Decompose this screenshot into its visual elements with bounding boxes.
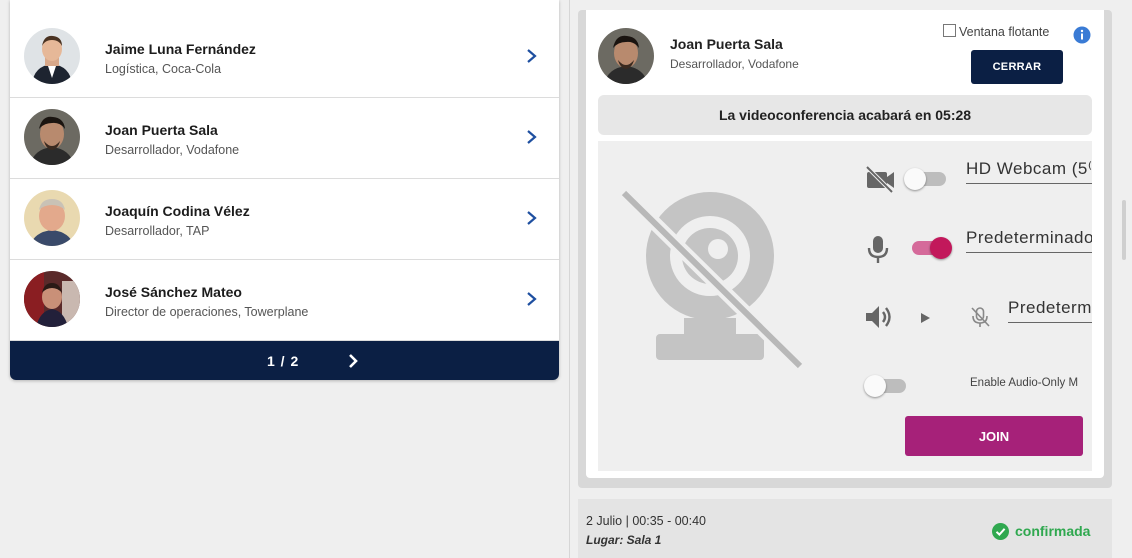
microphone-icon: [867, 236, 889, 263]
contact-name: Jaime Luna Fernández: [105, 41, 256, 57]
contact-name: José Sánchez Mateo: [105, 284, 242, 300]
contact-role: Desarrollador, TAP: [105, 224, 210, 238]
camera-off-icon: [865, 165, 894, 194]
contact-role: Logística, Coca-Cola: [105, 62, 222, 76]
videoconference-card: Joan Puerta Sala Desarrollador, Vodafone…: [578, 10, 1112, 488]
camera-select[interactable]: HD Webcam (5⁽: [966, 159, 1092, 184]
floating-window-label: Ventana flotante: [959, 25, 1050, 39]
webcam-off-illustration: [619, 188, 805, 371]
contact-row[interactable]: José Sánchez Mateo Director de operacion…: [10, 260, 559, 341]
microphone-toggle[interactable]: [912, 236, 954, 260]
avatar: [24, 109, 80, 165]
avatar: [24, 28, 80, 84]
videoconference-panel: Joan Puerta Sala Desarrollador, Vodafone…: [586, 10, 1104, 478]
floating-window-checkbox[interactable]: Ventana flotante: [943, 24, 1049, 39]
contact-row[interactable]: Joan Puerta Sala Desarrollador, Vodafone: [10, 98, 559, 179]
avatar: [24, 190, 80, 246]
microphone-select[interactable]: Predeterminado: [966, 228, 1092, 253]
audio-only-label: Enable Audio-Only M: [970, 377, 1079, 389]
chevron-right-icon[interactable]: [521, 288, 541, 310]
info-icon[interactable]: [1073, 26, 1091, 44]
page-indicator: 1 / 2: [267, 353, 300, 369]
play-icon[interactable]: [918, 311, 932, 325]
meeting-place: Lugar: Sala 1: [586, 533, 662, 547]
audio-only-toggle[interactable]: [864, 374, 906, 398]
avatar: [24, 271, 80, 327]
pagination-bar: 1 / 2: [10, 341, 559, 380]
meeting-time: 2 Julio | 00:35 - 00:40: [586, 514, 706, 528]
contact-role: Director de operaciones, Towerplane: [105, 305, 309, 319]
checkbox-box[interactable]: [943, 24, 956, 37]
speaker-select[interactable]: Predeterm: [1008, 298, 1092, 323]
contact-row[interactable]: Joaquín Codina Vélez Desarrollador, TAP: [10, 179, 559, 260]
close-button[interactable]: CERRAR: [971, 50, 1063, 84]
countdown-banner: La videoconferencia acabará en 05:28: [598, 95, 1092, 135]
host-role: Desarrollador, Vodafone: [670, 57, 799, 71]
video-preview-area: HD Webcam (5⁽ Predeterminado Predeterm E…: [598, 141, 1092, 471]
contact-list-panel: Jaime Luna Fernández Logística, Coca-Col…: [10, 0, 559, 380]
chevron-right-icon[interactable]: [521, 126, 541, 148]
camera-toggle[interactable]: [904, 167, 946, 191]
contact-name: Joan Puerta Sala: [105, 122, 218, 138]
chevron-right-icon[interactable]: [521, 207, 541, 229]
meeting-info-card[interactable]: 2 Julio | 00:35 - 00:40 Lugar: Sala 1 co…: [578, 499, 1112, 558]
host-name: Joan Puerta Sala: [670, 36, 783, 52]
chevron-right-icon[interactable]: [521, 45, 541, 67]
status-badge: confirmada: [1015, 523, 1091, 539]
contact-role: Desarrollador, Vodafone: [105, 143, 240, 157]
mic-off-icon: [971, 307, 990, 327]
check-circle-icon: [992, 523, 1009, 540]
contact-row[interactable]: Jaime Luna Fernández Logística, Coca-Col…: [10, 17, 559, 98]
join-button[interactable]: JOIN: [905, 416, 1083, 456]
panel-divider: [569, 0, 570, 558]
scrollbar[interactable]: [1122, 200, 1126, 260]
chevron-right-icon[interactable]: [343, 351, 363, 371]
speaker-icon: [866, 306, 891, 328]
contact-name: Joaquín Codina Vélez: [105, 203, 250, 219]
avatar: [598, 28, 654, 84]
